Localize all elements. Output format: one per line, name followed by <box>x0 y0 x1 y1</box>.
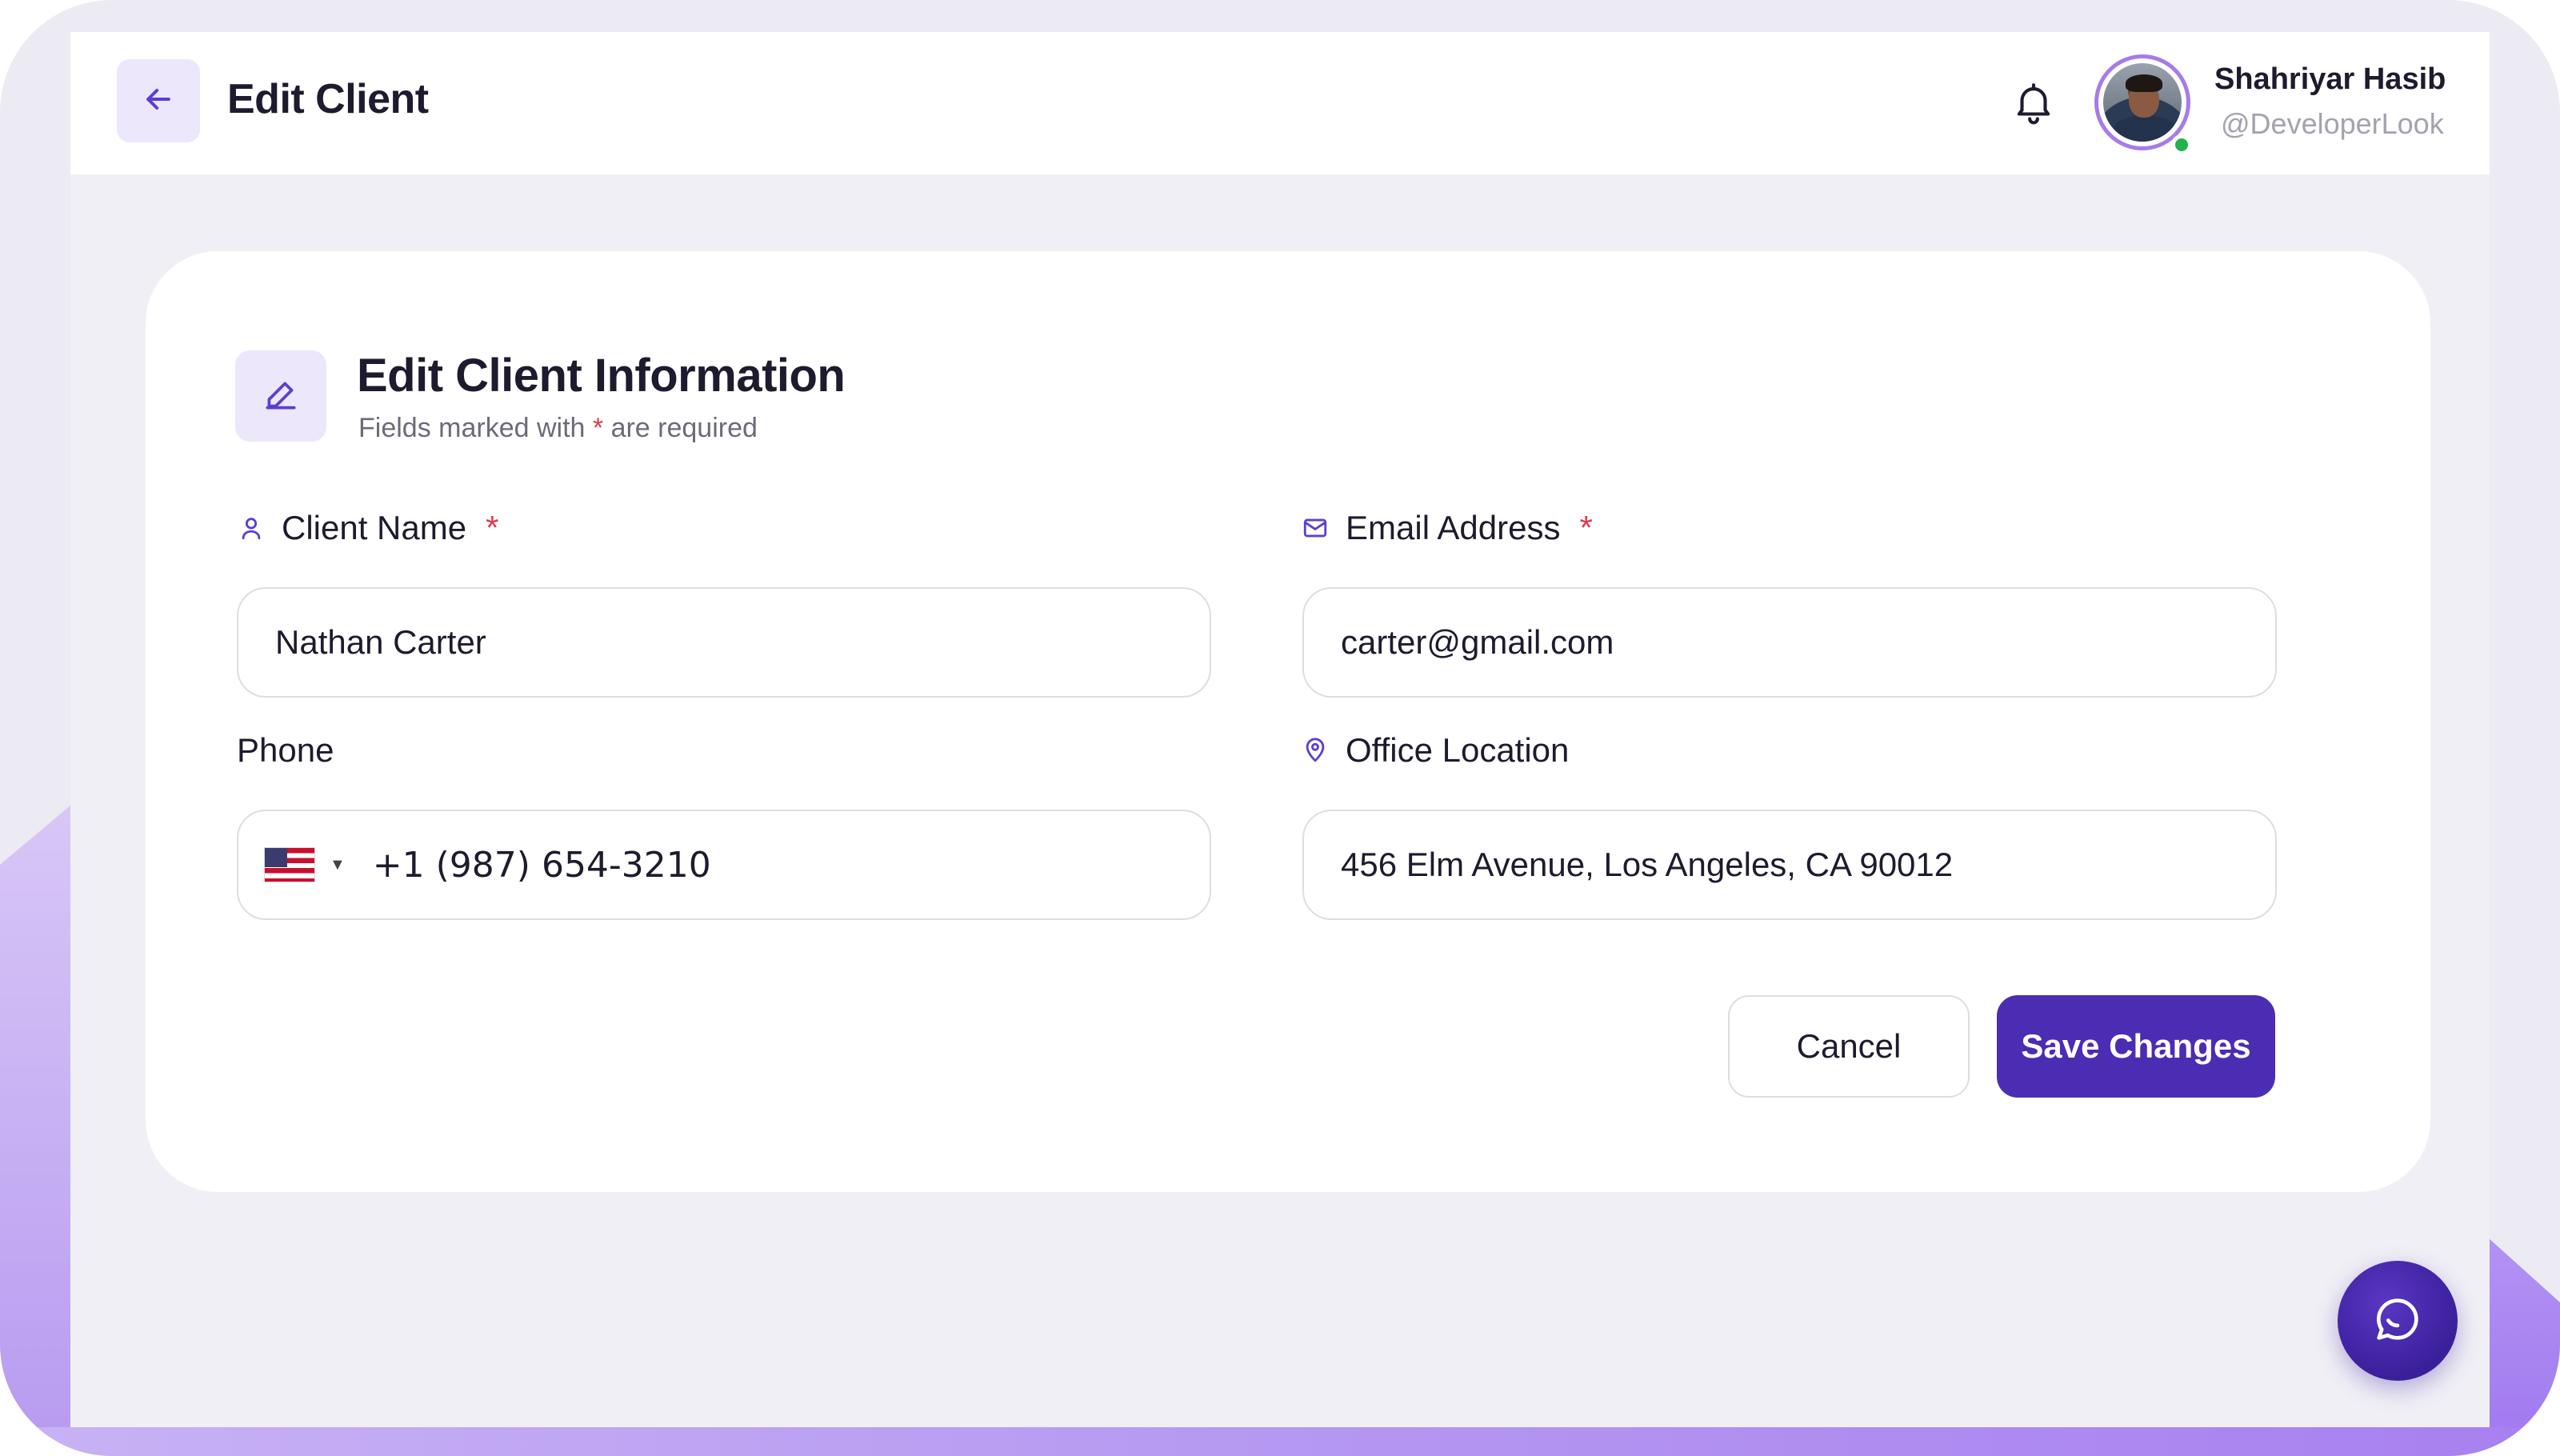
chat-bubble-icon <box>2370 1291 2426 1351</box>
required-asterisk: * <box>592 413 604 443</box>
app-screen: Edit Client Shahriyar Hasib @DeveloperLo… <box>70 32 2490 1427</box>
user-icon <box>235 512 267 544</box>
online-status-indicator <box>2171 134 2192 155</box>
arrow-left-icon <box>141 82 176 121</box>
chat-button[interactable] <box>2338 1261 2458 1381</box>
avatar <box>2103 63 2182 142</box>
email-input[interactable]: carter@gmail.com <box>1302 587 2277 698</box>
office-location-label-text: Office Location <box>1346 731 1570 769</box>
page-title: Edit Client <box>227 76 429 122</box>
client-name-input[interactable]: Nathan Carter <box>237 587 1211 698</box>
edit-form-icon-badge <box>235 350 326 442</box>
frame-decoration-bottom <box>0 1427 2560 1456</box>
pencil-icon <box>261 374 301 418</box>
email-label-text: Email Address <box>1346 509 1561 546</box>
back-button[interactable] <box>117 59 200 142</box>
save-changes-button[interactable]: Save Changes <box>1997 995 2275 1098</box>
email-value: carter@gmail.com <box>1341 623 1614 661</box>
device-frame: Edit Client Shahriyar Hasib @DeveloperLo… <box>0 0 2560 1456</box>
notifications-button[interactable] <box>2005 74 2062 134</box>
office-location-value: 456 Elm Avenue, Los Angeles, CA 90012 <box>1341 846 1954 883</box>
form-title: Edit Client Information <box>357 350 846 402</box>
mail-icon <box>1299 512 1331 544</box>
client-name-label: Client Name * <box>235 509 498 547</box>
required-asterisk: * <box>486 509 499 546</box>
email-label: Email Address * <box>1299 509 1593 547</box>
phone-label: Phone <box>237 731 334 770</box>
bell-icon <box>2010 78 2057 131</box>
map-pin-icon <box>1299 734 1331 766</box>
user-handle: @DeveloperLook <box>2221 107 2444 140</box>
form-subtitle-suffix: are required <box>610 413 758 443</box>
cancel-button[interactable]: Cancel <box>1728 995 1970 1098</box>
form-subtitle-prefix: Fields marked with <box>358 413 586 443</box>
caret-down-icon[interactable]: ▼ <box>330 856 346 874</box>
top-header: Edit Client Shahriyar Hasib @DeveloperLo… <box>70 32 2490 174</box>
office-location-label: Office Location <box>1299 731 1569 770</box>
phone-input[interactable]: ▼ +1 (987) 654-3210 <box>237 810 1211 920</box>
form-subtitle: Fields marked with * are required <box>358 413 758 444</box>
required-asterisk: * <box>1579 509 1593 546</box>
phone-label-text: Phone <box>237 731 334 769</box>
client-name-value: Nathan Carter <box>275 623 486 661</box>
phone-value: +1 (987) 654-3210 <box>372 844 711 886</box>
office-location-input[interactable]: 456 Elm Avenue, Los Angeles, CA 90012 <box>1302 810 2277 920</box>
client-name-label-text: Client Name <box>282 509 467 546</box>
user-name: Shahriyar Hasib <box>2214 62 2446 96</box>
us-flag-icon[interactable] <box>264 847 315 882</box>
